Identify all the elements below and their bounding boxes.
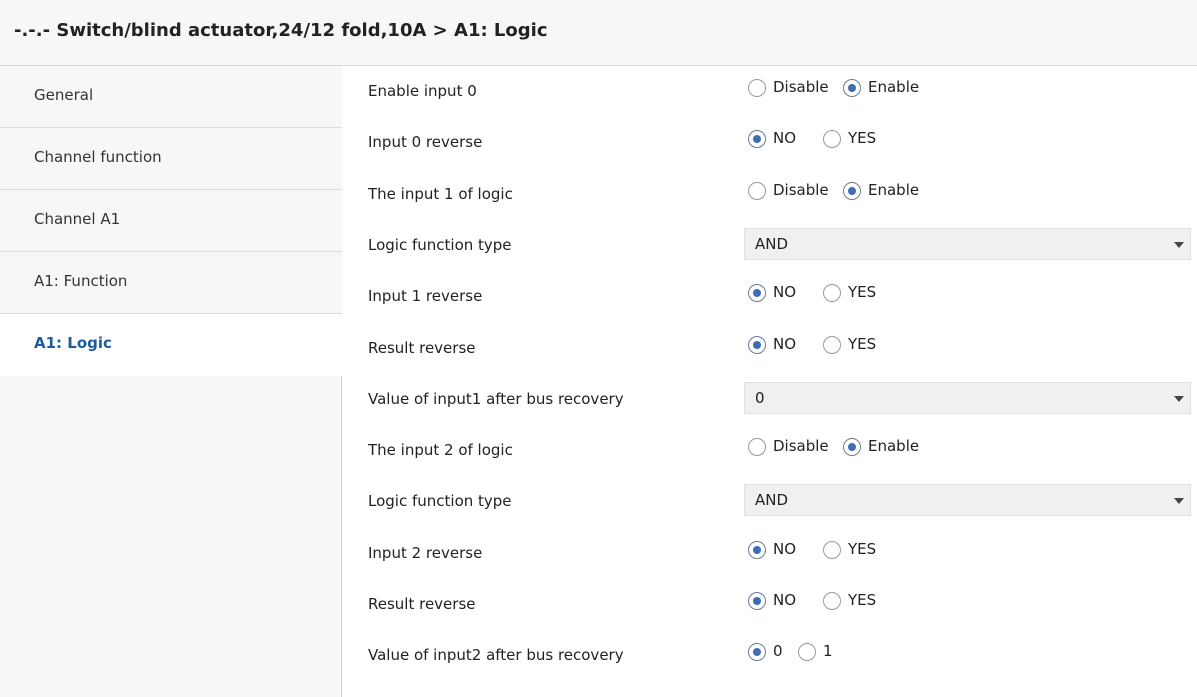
param-row: The input 1 of logic Disable Enable [368, 175, 1197, 215]
radio-option-label: Disable [773, 437, 829, 455]
radio-button-icon[interactable] [823, 592, 841, 610]
radio-button-icon[interactable] [748, 130, 766, 148]
sidebar-item-a1-logic[interactable]: A1: Logic [0, 314, 342, 376]
param-row: Input 2 reverse NO YES [368, 534, 1197, 574]
radio-option-label: YES [848, 335, 877, 353]
sidebar-item-label: Channel function [34, 148, 162, 166]
param-row: Value of input1 after bus recovery 0 [368, 380, 1197, 420]
param-row: Result reverse NO YES [368, 585, 1197, 625]
radio-button-icon[interactable] [823, 130, 841, 148]
sidebar-item-label: General [34, 86, 94, 104]
param-label: Input 0 reverse [368, 133, 483, 151]
sidebar: General Channel function Channel A1 A1: … [0, 66, 342, 697]
param-label: Logic function type [368, 236, 512, 254]
radio-button-icon[interactable] [748, 592, 766, 610]
radio-button-icon[interactable] [748, 541, 766, 559]
radio-option-label: 0 [773, 642, 783, 660]
dropdown-select[interactable]: 0 [744, 382, 1191, 414]
radio-button-icon[interactable] [748, 643, 766, 661]
sidebar-item-label: Channel A1 [34, 210, 121, 228]
radio-option-label: Enable [868, 437, 920, 455]
radio-button-icon[interactable] [823, 336, 841, 354]
radio-option-label: NO [773, 591, 797, 609]
param-row: Logic function type AND [368, 482, 1197, 522]
param-label: Logic function type [368, 492, 512, 510]
radio-button-icon[interactable] [748, 79, 766, 97]
radio-option-label: NO [773, 283, 797, 301]
radio-option-label: NO [773, 129, 797, 147]
radio-option-label: NO [773, 335, 797, 353]
radio-button-icon[interactable] [798, 643, 816, 661]
param-row: Input 0 reverse NO YES [368, 123, 1197, 163]
radio-option-label: YES [848, 283, 877, 301]
chevron-down-icon[interactable] [1174, 498, 1184, 504]
param-label: Value of input2 after bus recovery [368, 646, 624, 664]
param-row: Value of input2 after bus recovery 0 1 [368, 636, 1197, 676]
radio-button-icon[interactable] [748, 438, 766, 456]
chevron-down-icon[interactable] [1174, 396, 1184, 402]
param-label: Input 2 reverse [368, 544, 483, 562]
sidebar-item-a1-function[interactable]: A1: Function [0, 252, 342, 314]
radio-option-label: Enable [868, 181, 920, 199]
sidebar-item-general[interactable]: General [0, 66, 342, 128]
sidebar-item-label: A1: Function [34, 272, 128, 290]
param-label: The input 2 of logic [368, 441, 513, 459]
dropdown-select[interactable]: AND [744, 228, 1191, 260]
radio-option-label: Disable [773, 181, 829, 199]
param-label: Result reverse [368, 339, 476, 357]
radio-button-icon[interactable] [748, 336, 766, 354]
radio-option-label: YES [848, 129, 877, 147]
title-bar: -.-.- Switch/blind actuator,24/12 fold,1… [0, 0, 1197, 66]
sidebar-item-label: A1: Logic [34, 334, 112, 352]
radio-button-icon[interactable] [823, 541, 841, 559]
param-label: Value of input1 after bus recovery [368, 390, 624, 408]
dropdown-value: AND [755, 235, 789, 253]
radio-button-icon[interactable] [843, 79, 861, 97]
radio-button-icon[interactable] [823, 284, 841, 302]
radio-button-icon[interactable] [748, 284, 766, 302]
param-row: Input 1 reverse NO YES [368, 277, 1197, 317]
dropdown-value: AND [755, 491, 789, 509]
dropdown-value: 0 [755, 389, 765, 407]
radio-button-icon[interactable] [843, 438, 861, 456]
radio-button-icon[interactable] [748, 182, 766, 200]
param-label: Result reverse [368, 595, 476, 613]
radio-option-label: YES [848, 591, 877, 609]
radio-option-label: Enable [868, 78, 920, 96]
dropdown-select[interactable]: AND [744, 484, 1191, 516]
param-row: Result reverse NO YES [368, 329, 1197, 369]
radio-option-label: Disable [773, 78, 829, 96]
page-title: -.-.- Switch/blind actuator,24/12 fold,1… [14, 20, 548, 41]
sidebar-item-channel-a1[interactable]: Channel A1 [0, 190, 342, 252]
param-row: Logic function type AND [368, 226, 1197, 266]
param-label: The input 1 of logic [368, 185, 513, 203]
param-label: Input 1 reverse [368, 287, 483, 305]
radio-button-icon[interactable] [843, 182, 861, 200]
chevron-down-icon[interactable] [1174, 242, 1184, 248]
param-label: Enable input 0 [368, 82, 477, 100]
radio-option-label: YES [848, 540, 877, 558]
param-row: Enable input 0 Disable Enable [368, 72, 1197, 112]
radio-option-label: NO [773, 540, 797, 558]
sidebar-item-channel-function[interactable]: Channel function [0, 128, 342, 190]
param-row: The input 2 of logic Disable Enable [368, 431, 1197, 471]
radio-option-label: 1 [823, 642, 833, 660]
